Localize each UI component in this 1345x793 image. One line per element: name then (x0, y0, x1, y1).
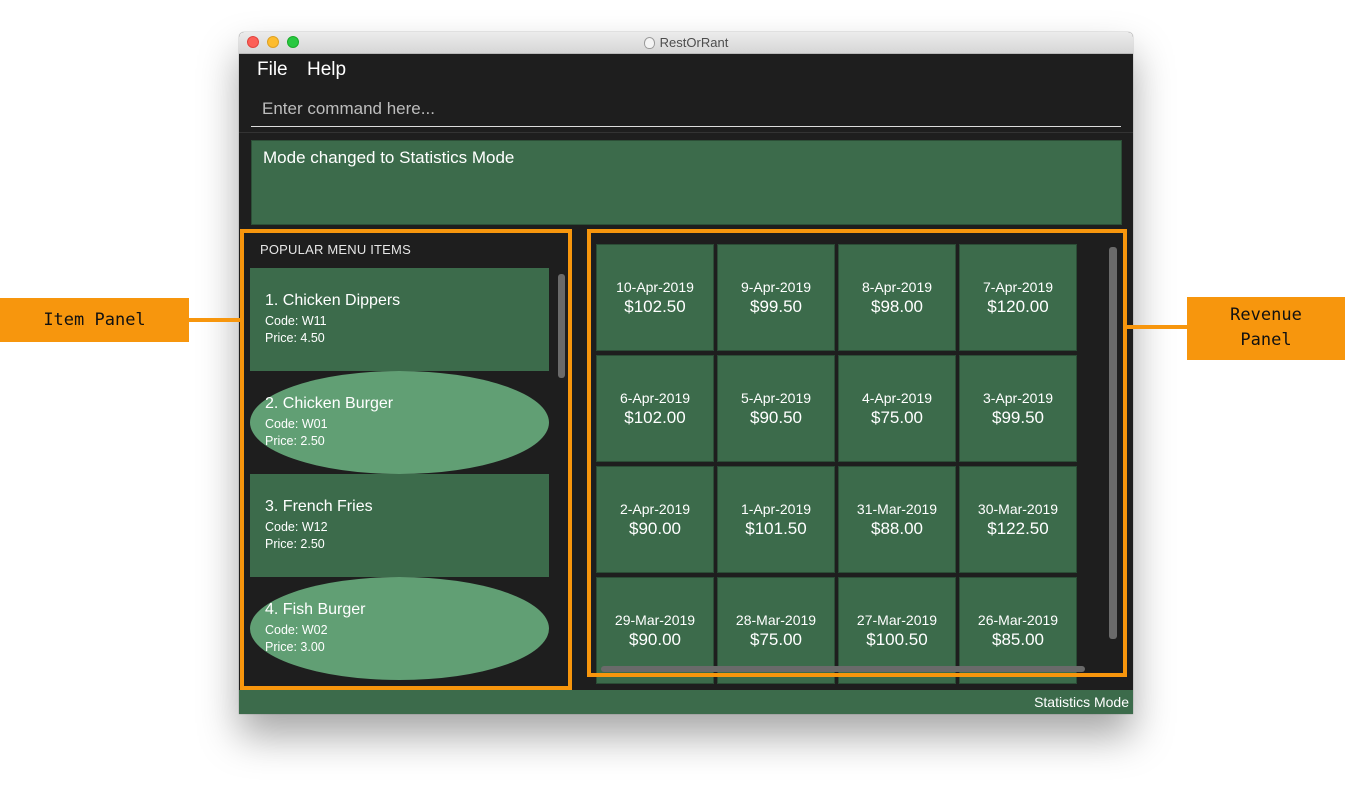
app-icon (643, 37, 655, 49)
result-message: Mode changed to Statistics Mode (263, 148, 515, 167)
menu-file[interactable]: File (257, 59, 288, 81)
menu-bar: File Help (239, 54, 1133, 84)
revenue-panel-highlight (587, 229, 1127, 677)
revenue-panel-connector (1125, 325, 1188, 329)
result-display: Mode changed to Statistics Mode (251, 140, 1122, 225)
status-mode: Statistics Mode (1034, 694, 1129, 710)
revenue-panel-callout-line2: Panel (1240, 330, 1292, 350)
command-input[interactable] (251, 94, 1121, 124)
item-panel-highlight (240, 229, 572, 690)
menu-help[interactable]: Help (307, 59, 346, 81)
window-title: RestOrRant (659, 35, 729, 50)
item-panel-callout: Item Panel (0, 298, 189, 342)
divider (239, 132, 1133, 133)
status-bar: Statistics Mode (239, 690, 1133, 714)
title-bar: RestOrRant (239, 32, 1133, 54)
command-box (251, 94, 1121, 127)
revenue-panel-callout: Revenue Panel (1187, 297, 1345, 360)
revenue-panel-callout-line1: Revenue (1230, 305, 1302, 325)
item-panel-callout-label: Item Panel (43, 310, 146, 330)
item-panel-connector (189, 318, 242, 322)
